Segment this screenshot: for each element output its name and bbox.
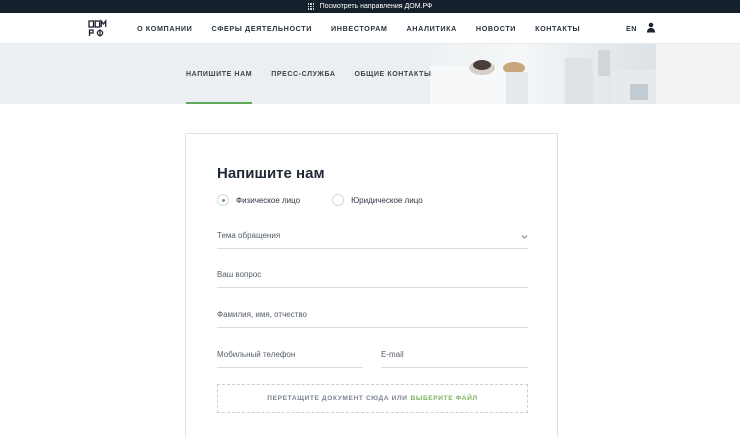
radio-individual-label: Физическое лицо — [236, 195, 301, 205]
question-placeholder: Ваш вопрос — [217, 270, 262, 279]
hero-right-panel — [656, 44, 740, 104]
top-strip-link[interactable]: Посмотреть направления ДОМ.РФ — [320, 3, 433, 10]
choose-file-link[interactable]: ВЫБЕРИТЕ ФАЙЛ — [411, 395, 478, 402]
language-switch[interactable]: EN — [626, 24, 637, 33]
top-strip[interactable]: Посмотреть направления ДОМ.РФ — [0, 0, 740, 13]
radio-individual-circle[interactable] — [217, 194, 229, 206]
main-nav: О КОМПАНИИ СФЕРЫ ДЕЯТЕЛЬНОСТИ ИНВЕСТОРАМ… — [137, 13, 580, 44]
subject-placeholder: Тема обращения — [217, 231, 281, 240]
nav-item-activities[interactable]: СФЕРЫ ДЕЯТЕЛЬНОСТИ — [211, 24, 312, 33]
grid-icon — [307, 3, 315, 10]
email-field[interactable]: E-mail — [381, 350, 528, 368]
radio-legal-entity[interactable]: Юридическое лицо — [332, 194, 423, 206]
site-header: О КОМПАНИИ СФЕРЫ ДЕЯТЕЛЬНОСТИ ИНВЕСТОРАМ… — [0, 13, 740, 44]
nav-item-analytics[interactable]: АНАЛИТИКА — [407, 24, 457, 33]
tab-general-contacts-label: ОБЩИЕ КОНТАКТЫ — [354, 70, 432, 78]
radio-legal-entity-circle[interactable] — [332, 194, 345, 206]
dropzone-text: ПЕРЕТАЩИТЕ ДОКУМЕНТ СЮДА ИЛИ — [267, 395, 408, 402]
form-title: Напишите нам — [217, 165, 325, 182]
hero-photo — [430, 44, 656, 104]
nav-item-company[interactable]: О КОМПАНИИ — [137, 24, 192, 33]
tab-press-label: ПРЕСС-СЛУЖБА — [271, 70, 336, 78]
chevron-down-icon — [521, 235, 528, 239]
question-field[interactable]: Ваш вопрос — [217, 270, 528, 288]
person-type-group: Физическое лицо Юридическое лицо — [217, 194, 423, 206]
contact-form-card: Напишите нам Физическое лицо Юридическое… — [185, 133, 558, 437]
tab-general-contacts[interactable]: ОБЩИЕ КОНТАКТЫ — [355, 44, 432, 104]
tab-write-us-label: НАПИШИТЕ НАМ — [186, 70, 253, 78]
tab-write-us[interactable]: НАПИШИТЕ НАМ — [186, 44, 253, 104]
fullname-placeholder: Фамилия, имя, отчество — [217, 310, 307, 319]
nav-item-investors[interactable]: ИНВЕСТОРАМ — [331, 24, 388, 33]
tab-press[interactable]: ПРЕСС-СЛУЖБА — [271, 44, 335, 104]
hero-banner: НАПИШИТЕ НАМ ПРЕСС-СЛУЖБА ОБЩИЕ КОНТАКТЫ — [0, 44, 740, 104]
logo[interactable] — [88, 19, 107, 38]
radio-legal-entity-label: Юридическое лицо — [351, 195, 423, 205]
nav-item-contacts[interactable]: КОНТАКТЫ — [535, 24, 580, 33]
radio-individual[interactable]: Физическое лицо — [217, 194, 300, 206]
user-icon[interactable] — [646, 22, 656, 33]
file-dropzone[interactable]: ПЕРЕТАЩИТЕ ДОКУМЕНТ СЮДА ИЛИ ВЫБЕРИТЕ ФА… — [217, 384, 528, 413]
phone-placeholder: Мобильный телефон — [217, 350, 296, 359]
sub-nav: НАПИШИТЕ НАМ ПРЕСС-СЛУЖБА ОБЩИЕ КОНТАКТЫ — [186, 44, 431, 104]
subject-select[interactable]: Тема обращения — [217, 231, 528, 249]
fullname-field[interactable]: Фамилия, имя, отчество — [217, 310, 528, 328]
office-illustration — [430, 50, 656, 104]
email-placeholder: E-mail — [381, 350, 404, 359]
nav-item-news[interactable]: НОВОСТИ — [476, 24, 516, 33]
phone-field[interactable]: Мобильный телефон — [217, 350, 363, 368]
